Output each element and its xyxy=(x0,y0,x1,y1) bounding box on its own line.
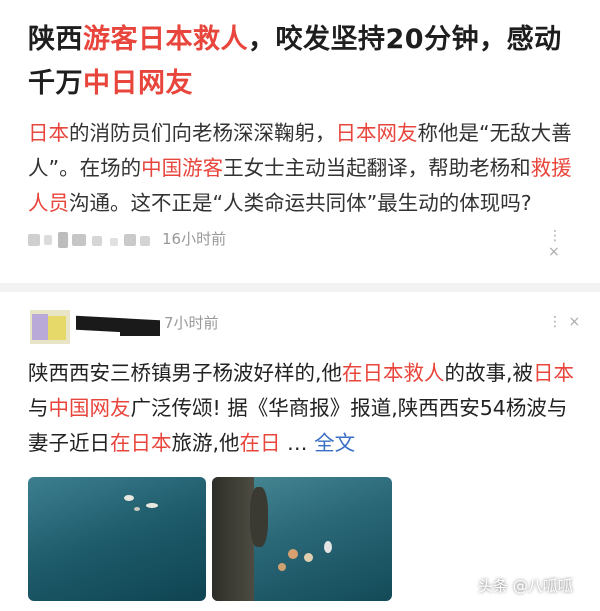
blurred-username xyxy=(28,234,40,246)
post-meta: 16小时前 ⋮ × xyxy=(28,226,578,260)
post-time: 16小时前 xyxy=(162,230,227,248)
highlight-keyword: 在日本 xyxy=(110,431,172,455)
highlight-keyword: 游客日本救人 xyxy=(83,24,248,55)
highlight-keyword: 日本 xyxy=(28,121,69,145)
swimmer xyxy=(288,549,298,559)
text-segment: 陕西 xyxy=(28,24,83,55)
watermark: 头条 @八呱呱 xyxy=(478,577,573,595)
post-excerpt[interactable]: 日本的消防员们向老杨深深鞠躬，日本网友称他是“无敌大善人”。在场的中国游客王女士… xyxy=(28,116,580,221)
swimmer xyxy=(278,563,286,571)
text-segment: 陕西西安三桥镇男子杨波好样的,他 xyxy=(28,361,343,385)
blurred-username xyxy=(72,234,86,246)
text-segment: 沟通。这不正是“人类命运共同体”最生动的体现吗? xyxy=(69,191,532,215)
divider xyxy=(0,283,600,292)
text-segment: 的消防员们向老杨深深鞠躬， xyxy=(69,121,336,145)
blurred-username xyxy=(124,234,136,246)
swimmer xyxy=(124,495,134,501)
full-text-link[interactable]: 全文 xyxy=(308,431,355,455)
blurred-username xyxy=(58,232,68,248)
highlight-keyword: 日本 xyxy=(533,361,575,385)
text-segment: 的故事,被 xyxy=(444,361,534,385)
text-segment: 王女士主动当起翻译，帮助老杨和 xyxy=(223,156,531,180)
highlight-keyword: 中日网友 xyxy=(83,68,193,99)
text-segment: 与 xyxy=(28,396,49,420)
text-segment: 旅游,他 xyxy=(171,431,240,455)
highlight-keyword: 中国网友 xyxy=(48,396,131,420)
blurred-username xyxy=(140,236,150,246)
swimmer xyxy=(134,507,140,511)
highlight-keyword: 中国游客 xyxy=(141,156,224,180)
redacted-username xyxy=(120,328,160,336)
swimmer xyxy=(146,503,158,508)
blurred-username xyxy=(92,236,102,246)
post-title[interactable]: 陕西游客日本救人，咬发坚持20分钟，感动千万中日网友 xyxy=(28,18,578,106)
swimmer xyxy=(304,553,313,562)
more-dots-icon[interactable]: ⋮ × xyxy=(548,228,578,260)
more-dots-icon[interactable]: ⋮ × xyxy=(548,314,581,330)
swimmer xyxy=(324,541,332,553)
post-card-1[interactable]: 陕西游客日本救人，咬发坚持20分钟，感动千万中日网友 日本的消防员们向老杨深深鞠… xyxy=(0,0,600,283)
post-time: 7小时前 xyxy=(164,314,219,332)
highlight-keyword: 在日 xyxy=(239,431,281,455)
ellipsis: … xyxy=(280,431,308,455)
rescue-photo-1[interactable] xyxy=(28,477,206,601)
highlight-keyword: 在日本救人 xyxy=(342,361,445,385)
post-card-2[interactable]: 7小时前 ⋮ × 陕西西安三桥镇男子杨波好样的,他在日本救人的故事,被日本与中国… xyxy=(0,292,600,611)
avatar[interactable] xyxy=(30,310,70,344)
blurred-username xyxy=(44,235,52,245)
rescue-photo-2[interactable] xyxy=(212,477,392,601)
rock-shore xyxy=(212,477,254,601)
blurred-username xyxy=(110,238,118,246)
rock-shore xyxy=(250,487,268,547)
post-body[interactable]: 陕西西安三桥镇男子杨波好样的,他在日本救人的故事,被日本与中国网友广泛传颂! 据… xyxy=(28,356,580,461)
highlight-keyword: 日本网友 xyxy=(335,121,418,145)
